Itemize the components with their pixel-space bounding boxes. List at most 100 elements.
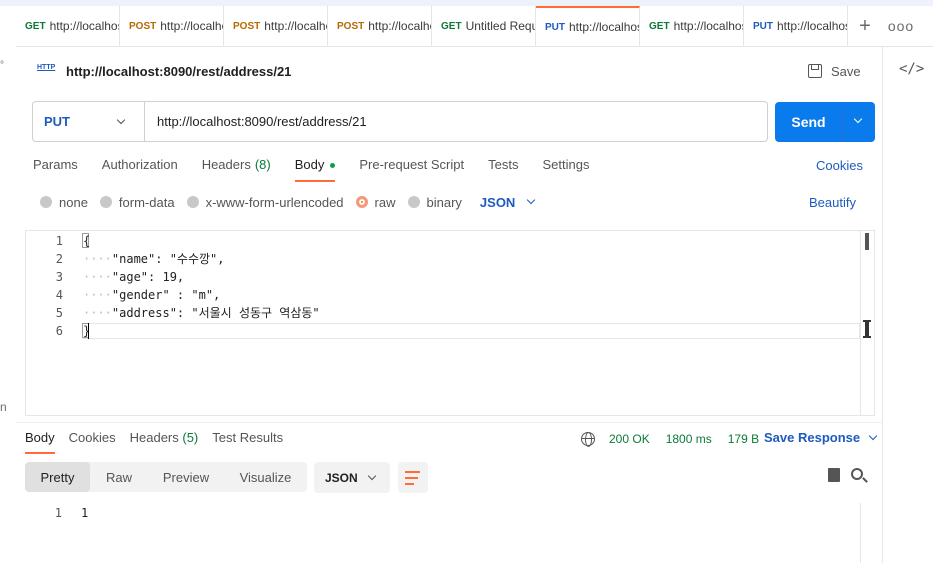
response-text: 1 [81, 506, 89, 520]
beautify-link[interactable]: Beautify [809, 195, 856, 210]
body-type-label: form-data [118, 194, 175, 210]
format-preview[interactable]: Preview [148, 462, 224, 492]
tab-settings[interactable]: Settings [542, 157, 589, 182]
save-response-button[interactable]: Save Response [764, 430, 878, 445]
code-text: "gender" : "m", [111, 288, 221, 302]
save-icon [808, 64, 822, 78]
body-language-select[interactable]: JSON [480, 195, 540, 210]
current-line-highlight [82, 323, 860, 339]
more-tabs-button[interactable]: ooo [882, 6, 920, 46]
globe-icon[interactable] [581, 432, 595, 447]
response-time[interactable]: 1800 ms [666, 432, 712, 446]
radio-selected-icon [355, 196, 368, 208]
response-tab-test-results[interactable]: Test Results [212, 430, 283, 454]
tab-prerequest-script[interactable]: Pre-request Script [359, 157, 464, 182]
format-pretty[interactable]: Pretty [25, 462, 90, 492]
send-options-button[interactable] [842, 102, 875, 142]
wrap-lines-icon [405, 483, 414, 485]
tab-method: GET [649, 20, 670, 32]
url-input[interactable] [145, 102, 767, 141]
send-button[interactable]: Send [775, 102, 842, 142]
line-number: 2 [55, 252, 63, 266]
tab-tests[interactable]: Tests [488, 157, 518, 182]
tab-method: POST [233, 20, 261, 32]
request-title[interactable]: http://localhost:8090/rest/address/21 [66, 64, 291, 79]
body-type-urlencoded[interactable]: x-www-form-urlencoded [186, 195, 344, 210]
response-meta: 200 OK 1800 ms 179 B [581, 430, 775, 448]
method-select[interactable]: PUT [33, 102, 145, 141]
status-code[interactable]: 200 OK [609, 432, 650, 446]
tab-title: http://localhost [264, 19, 327, 33]
code-text: } [83, 324, 91, 338]
code-line: ····"address": "서울시 성동구 역삼동" [83, 304, 320, 322]
chevron-down-icon [116, 115, 126, 125]
scrollbar-thumb[interactable] [865, 233, 869, 250]
line-number: 4 [55, 288, 63, 302]
new-tab-button[interactable]: + [848, 6, 882, 46]
divider [16, 422, 882, 423]
tab-method: PUT [753, 20, 773, 32]
body-type-binary[interactable]: binary [407, 195, 462, 210]
code-line: ····"name": "수수깡", [83, 250, 225, 268]
search-icon[interactable] [851, 468, 863, 480]
headers-count: (8) [254, 157, 271, 172]
scroll-position-marker [863, 320, 871, 338]
code-text: "age": 19, [111, 270, 185, 284]
left-edge-glyph-bottom: n [0, 400, 7, 414]
tab-title: http://localhost [49, 19, 119, 33]
code-text: "name": "수수깡", [111, 252, 225, 266]
radio-icon [186, 196, 199, 208]
format-visualize[interactable]: Visualize [224, 462, 307, 492]
request-body-editor[interactable]: 1 2 3 4 5 6 { ····"name": "수수깡", ····"ag… [25, 230, 875, 416]
response-scrollbar[interactable] [860, 503, 874, 563]
response-tab-body[interactable]: Body [25, 430, 55, 454]
request-tab[interactable]: GEThttp://localhost [640, 6, 744, 46]
request-tab[interactable]: GEThttp://localhost [16, 6, 120, 46]
response-headers-count: (5) [182, 430, 199, 445]
tab-method: GET [441, 20, 462, 32]
response-body-viewer[interactable]: 1 1 [25, 503, 875, 563]
code-text: "address": "서울시 성동구 역삼동" [111, 306, 320, 320]
request-tab[interactable]: PUT http://localhost [744, 6, 848, 46]
indent-guide: ···· [83, 270, 112, 284]
response-language-select[interactable]: JSON [314, 462, 390, 493]
wrap-lines-button[interactable] [398, 462, 428, 493]
body-type-raw[interactable]: raw [355, 195, 396, 210]
editor-scrollbar[interactable] [860, 231, 874, 415]
copy-icon[interactable] [825, 465, 840, 482]
tab-params[interactable]: Params [33, 157, 78, 182]
code-line: ····"age": 19, [83, 268, 184, 286]
request-config-tabs: Params Authorization Headers (8) Body Pre… [33, 157, 613, 183]
body-type-none[interactable]: none [40, 195, 88, 210]
request-tab[interactable]: POSThttp://localhost [328, 6, 432, 46]
tab-authorization[interactable]: Authorization [102, 157, 178, 182]
response-size[interactable]: 179 B [728, 432, 759, 446]
tab-title: http://localhost [368, 19, 431, 33]
request-tab[interactable]: POSThttp://localhost [120, 6, 224, 46]
body-indicator-dot [330, 163, 336, 168]
code-snippet-icon[interactable]: </> [899, 61, 924, 77]
radio-icon [40, 196, 52, 208]
tab-method: POST [337, 20, 365, 32]
save-button[interactable]: Save [808, 60, 861, 82]
tab-title: http://localhost [673, 19, 743, 33]
request-tab[interactable]: GETUntitled Request [432, 6, 536, 46]
body-type-form-data[interactable]: form-data [99, 194, 175, 210]
request-tab[interactable]: POSThttp://localhost [224, 6, 328, 46]
line-number: 3 [55, 270, 63, 284]
tab-method: GET [25, 20, 46, 32]
http-request-icon: HTTP [36, 63, 56, 79]
tab-body[interactable]: Body [294, 157, 336, 182]
radio-icon [99, 196, 112, 208]
cookies-link[interactable]: Cookies [816, 158, 863, 173]
tab-headers[interactable]: Headers (8) [202, 157, 271, 182]
response-tab-cookies[interactable]: Cookies [69, 430, 116, 454]
wrap-lines-icon [405, 477, 418, 479]
body-type-selector: none form-data x-www-form-urlencoded raw… [40, 193, 540, 211]
response-tab-headers[interactable]: Headers (5) [130, 430, 199, 454]
response-format-group: Pretty Raw Preview Visualize [25, 462, 307, 492]
tab-title: Untitled Request [465, 19, 535, 33]
text-caret [88, 323, 89, 339]
request-tab-active[interactable]: PUT http://localhost [536, 6, 640, 46]
format-raw[interactable]: Raw [90, 462, 148, 492]
